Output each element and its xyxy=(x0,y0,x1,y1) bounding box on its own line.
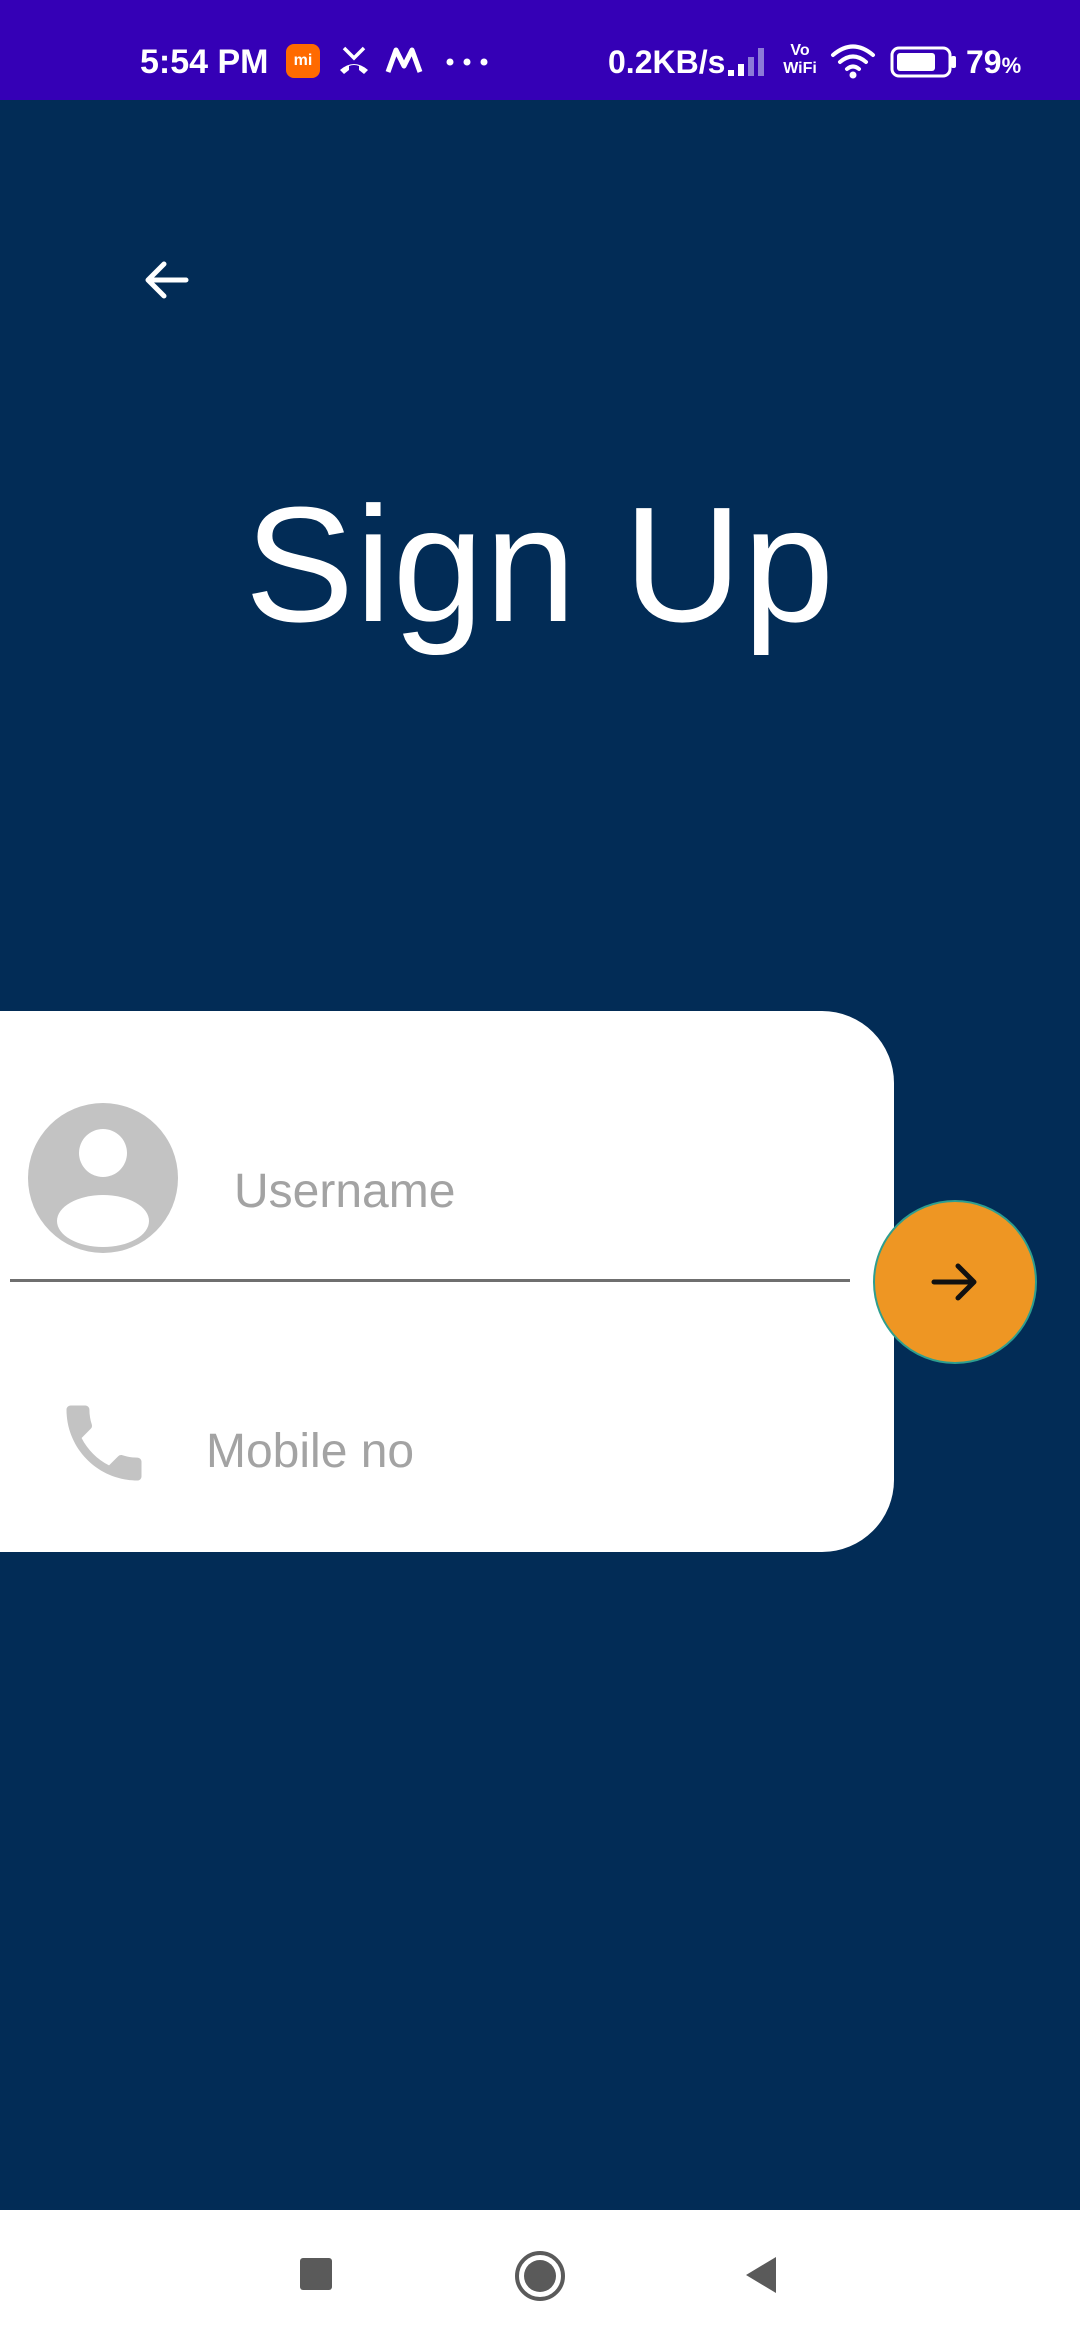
back-triangle-icon[interactable] xyxy=(742,2254,780,2296)
signal-icon xyxy=(728,48,764,76)
username-input[interactable] xyxy=(220,1151,848,1231)
missed-call-icon xyxy=(340,46,368,74)
page-title: Sign Up xyxy=(244,473,836,656)
battery-percent-value: 79 xyxy=(966,44,1002,80)
mi-app-icon: mi xyxy=(286,44,320,78)
home-circle-icon[interactable] xyxy=(514,2250,566,2302)
mobile-number-input[interactable] xyxy=(196,1411,856,1491)
back-button[interactable] xyxy=(134,248,198,312)
arrow-right-icon xyxy=(931,1263,977,1301)
signup-form-card xyxy=(0,1011,894,1552)
vowifi-icon: Vo WiFi xyxy=(780,42,820,78)
battery-percent-unit: % xyxy=(1001,53,1022,78)
navigation-bar xyxy=(0,2210,1080,2340)
recents-square-icon[interactable] xyxy=(300,2258,332,2290)
wifi-icon xyxy=(831,44,875,79)
person-icon xyxy=(57,1129,149,1247)
vowifi-top-label: Vo xyxy=(790,42,810,59)
phone-icon xyxy=(66,1405,142,1481)
avatar xyxy=(28,1103,178,1253)
more-dots-icon xyxy=(446,58,488,66)
network-speed: 0.2KB/s xyxy=(608,44,726,80)
m-app-icon xyxy=(385,47,423,73)
status-bar: 5:54 PM mi 0.2KB/s Vo WiFi 79% xyxy=(0,0,1080,100)
arrow-left-icon xyxy=(145,261,189,299)
next-button[interactable] xyxy=(873,1200,1037,1364)
field-divider xyxy=(10,1279,850,1282)
vowifi-bottom-label: WiFi xyxy=(783,60,817,77)
battery-percent: 79% xyxy=(966,0,1021,100)
status-time: 5:54 PM xyxy=(140,43,269,81)
battery-icon xyxy=(890,46,956,78)
